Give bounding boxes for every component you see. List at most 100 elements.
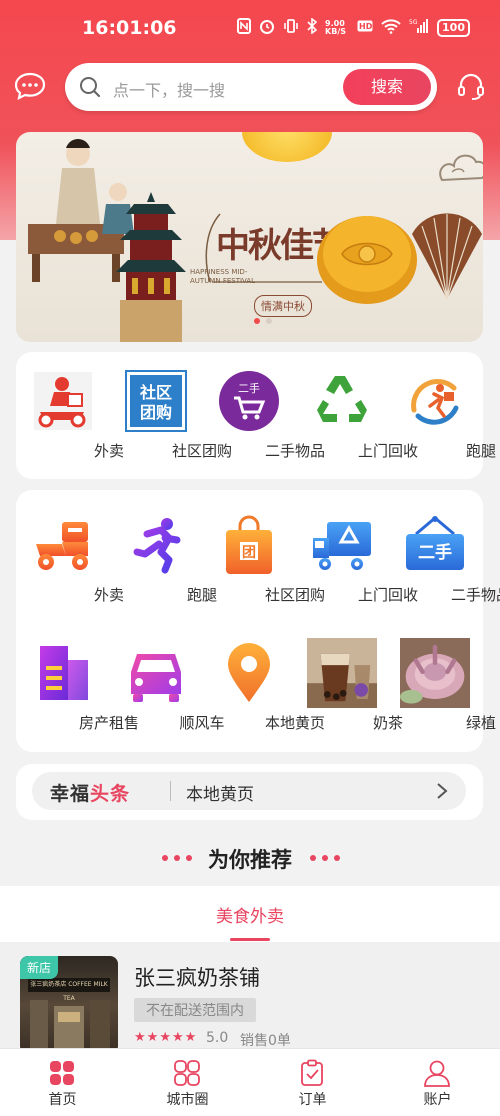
service-label: 顺风车 <box>179 714 225 732</box>
community-group-buy-icon: 社区 团购 <box>125 370 187 432</box>
delivery-truck-icon <box>313 522 371 570</box>
status-bar: 16:01:06 9.00 KB/S HD 5G 100 <box>0 0 500 56</box>
svg-text:HD: HD <box>359 22 373 31</box>
shop-photo: 张三疯奶茶店 COFFEE MILK TEA 新店 <box>20 956 118 1054</box>
nav-orders[interactable]: 订单 <box>250 1049 375 1116</box>
nav-account[interactable]: 账户 <box>375 1049 500 1116</box>
news-ticker[interactable]: 幸福头条 本地黄页 <box>32 772 466 810</box>
recommend-heading: 为你推荐 <box>0 840 500 876</box>
quick-services-card: 外卖 社区 团购 社区团购 二手 二手物品 上门回收 跑腿 <box>16 352 496 479</box>
hanging-sign-icon: 二手 <box>406 516 464 570</box>
service-label: 奶茶 <box>372 714 403 732</box>
alarm-icon <box>259 18 275 38</box>
battery-indicator: 100 <box>437 19 470 37</box>
cell-signal-icon: 5G <box>409 18 429 38</box>
shop-list-item[interactable]: 张三疯奶茶店 COFFEE MILK TEA 新店 张三疯奶茶铺 不在配送范围内… <box>0 942 500 1054</box>
hd-icon: HD <box>357 20 373 36</box>
building-icon <box>40 646 88 700</box>
nav-home[interactable]: 首页 <box>0 1049 125 1116</box>
shop-sales: 销售0单 <box>240 1033 291 1049</box>
wifi-icon <box>381 18 401 38</box>
quick-service-label: 跑腿 <box>465 442 496 460</box>
svg-text:二手: 二手 <box>238 381 260 395</box>
services-grid-card: 外卖 跑腿 团 社区团购 上门回收 二手 二手物 房产租售 顺风车 本地黄页 奶… <box>16 490 500 752</box>
pagoda-illustration <box>116 192 186 342</box>
service-label: 外卖 <box>93 586 124 604</box>
shop-name: 张三疯奶茶铺 <box>134 966 260 990</box>
tab-food-delivery[interactable]: 美食外卖 <box>0 902 500 927</box>
service-label: 二手物品 <box>450 586 500 604</box>
svg-text:团购: 团购 <box>140 403 172 422</box>
nfc-icon <box>237 18 252 38</box>
chevron-right-icon[interactable] <box>436 782 448 800</box>
nav-label: 账户 <box>423 1092 452 1108</box>
tab-active-indicator <box>230 938 270 941</box>
banner-pagination <box>254 318 272 324</box>
svg-text:二手: 二手 <box>418 542 452 563</box>
location-pin-icon <box>228 643 270 702</box>
second-hand-cart-icon: 二手 <box>219 371 279 431</box>
signal-type: 5G <box>409 19 418 26</box>
svg-text:社区: 社区 <box>139 383 172 402</box>
message-bubble-icon[interactable] <box>14 72 46 100</box>
status-icons: 9.00 KB/S HD 5G 100 <box>237 17 470 38</box>
quick-service-label: 二手物品 <box>264 442 325 460</box>
service-label: 跑腿 <box>186 586 217 604</box>
star-icon: ★ <box>171 1030 184 1045</box>
banner-dot-active[interactable] <box>254 318 260 324</box>
network-speed: 9.00 KB/S <box>325 19 347 36</box>
news-headline: 本地黄页 <box>186 785 254 805</box>
news-card: 幸福头条 本地黄页 <box>16 764 483 820</box>
service-label: 本地黄页 <box>264 714 325 732</box>
rating-stars: ★ ★ ★ ★ ★ <box>134 1030 196 1045</box>
quick-service-label: 社区团购 <box>171 442 232 460</box>
nav-label: 订单 <box>298 1092 327 1108</box>
service-label: 绿植 <box>465 714 496 732</box>
scooter-icon <box>36 522 88 570</box>
star-icon: ★ <box>159 1030 171 1045</box>
news-brand-part1: 幸福 <box>50 783 91 805</box>
decor-dots-right <box>310 855 340 861</box>
nav-label: 城市圈 <box>166 1092 209 1108</box>
search-row: 点一下，搜一搜 搜索 <box>0 60 500 114</box>
banner-dot[interactable] <box>266 318 272 324</box>
car-icon <box>131 654 181 702</box>
news-brand-part2: 头条 <box>90 783 131 805</box>
bottom-nav: 首页 城市圈 订单 账户 <box>0 1048 500 1116</box>
recommend-title: 为你推荐 <box>208 848 292 872</box>
search-icon <box>79 76 101 98</box>
shop-rating: 5.0 <box>206 1030 229 1046</box>
status-time: 16:01:06 <box>82 17 177 39</box>
banner-seal: 情满中秋 <box>254 295 312 317</box>
folding-fan-illustration <box>412 213 482 300</box>
delivery-rider-icon <box>34 372 92 430</box>
service-label: 房产租售 <box>78 714 139 732</box>
search-input[interactable]: 点一下，搜一搜 <box>113 77 225 101</box>
svg-text:团: 团 <box>242 545 256 561</box>
promo-banner[interactable]: 中秋佳节 HAPPINESS MID-AUTUMN FESTIVAL 情满中秋 <box>16 132 483 342</box>
succulent-photo <box>400 638 470 708</box>
mooncake-illustration <box>317 216 417 304</box>
running-man-icon <box>133 518 181 574</box>
nav-city-circle[interactable]: 城市圈 <box>125 1049 250 1116</box>
milk-tea-photo <box>307 638 377 708</box>
star-icon: ★ <box>146 1030 159 1045</box>
account-user-icon <box>424 1060 450 1087</box>
shopping-bag-icon: 团 <box>226 515 272 574</box>
service-label: 社区团购 <box>264 586 325 604</box>
news-divider <box>170 781 171 801</box>
moon-illustration <box>242 132 332 162</box>
order-clipboard-icon <box>301 1059 323 1086</box>
search-button[interactable]: 搜索 <box>343 69 431 105</box>
errand-runner-icon <box>411 379 459 425</box>
search-box[interactable]: 点一下，搜一搜 搜索 <box>65 63 437 111</box>
home-grid-icon <box>50 1061 74 1085</box>
banner-subtitle: HAPPINESS MID-AUTUMN FESTIVAL <box>190 268 256 285</box>
vibrate-icon <box>283 18 299 38</box>
delivery-range-status: 不在配送范围内 <box>134 998 256 1022</box>
category-tabs: 美食外卖 <box>0 886 500 942</box>
star-icon: ★ <box>134 1030 146 1045</box>
service-label: 上门回收 <box>357 586 418 604</box>
customer-service-headset-icon[interactable] <box>456 72 486 102</box>
new-shop-badge: 新店 <box>20 956 59 979</box>
